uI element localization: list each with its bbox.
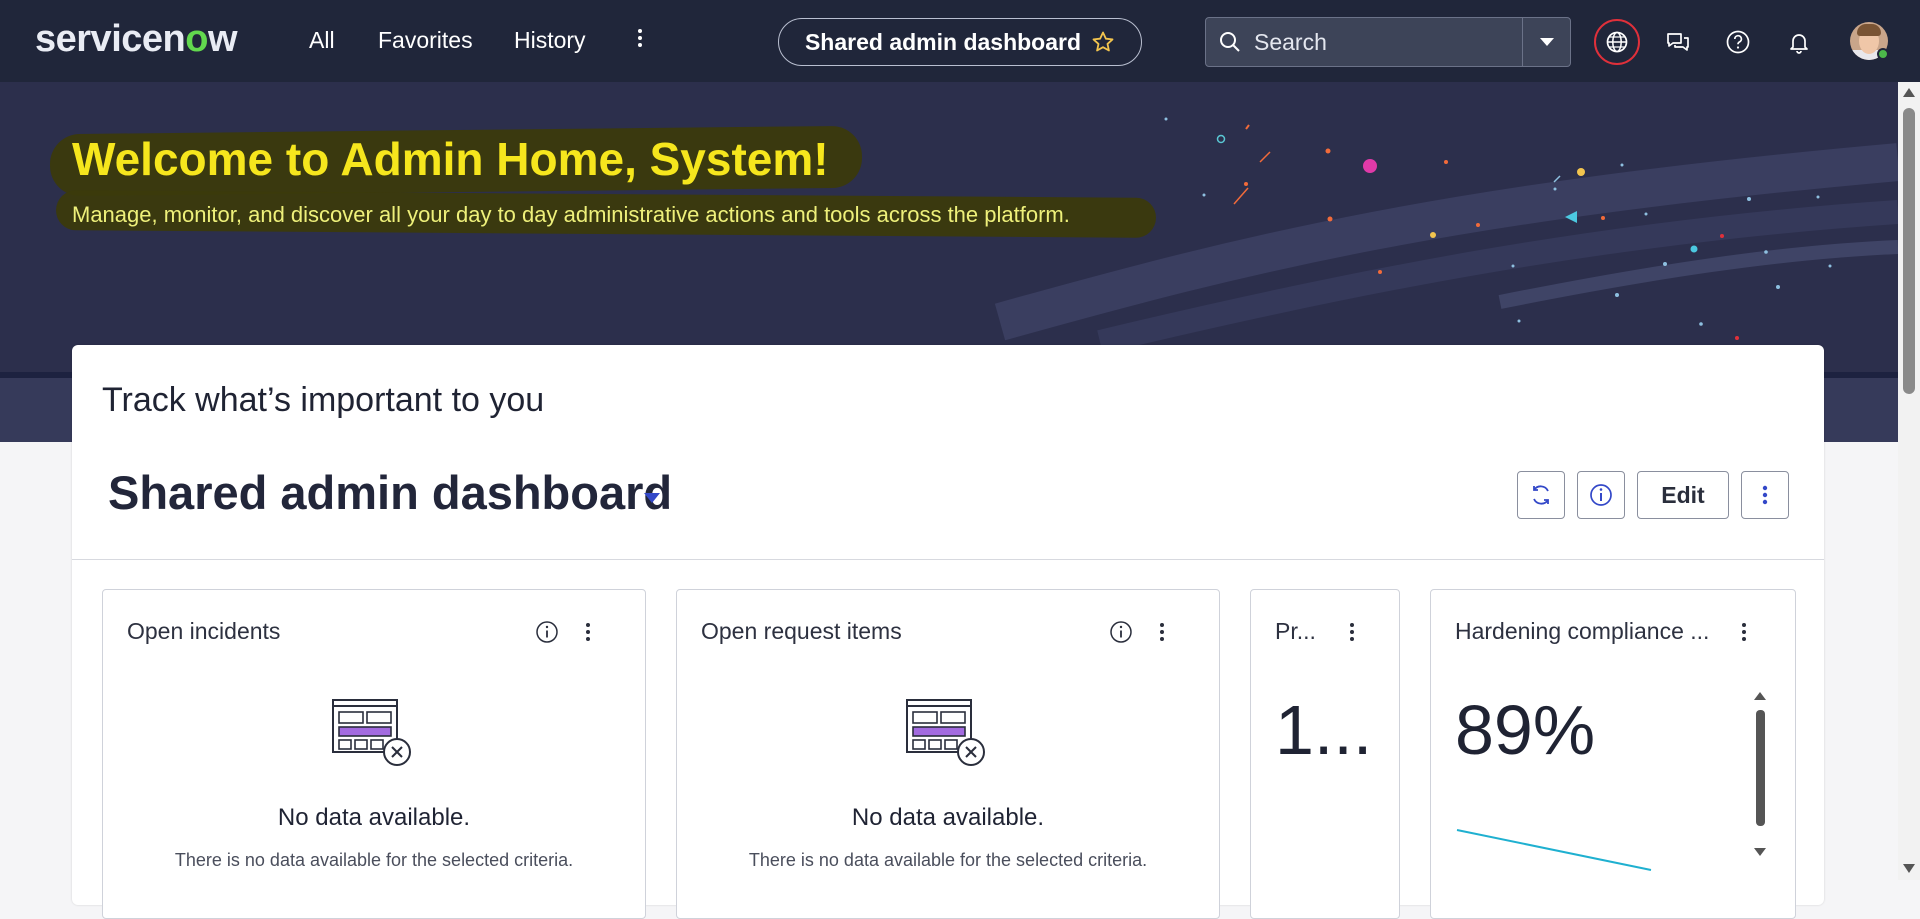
context-pill[interactable]: Shared admin dashboard xyxy=(778,18,1142,66)
search-input[interactable]: Search xyxy=(1254,29,1522,56)
divider xyxy=(72,559,1824,560)
widget-more-icon[interactable] xyxy=(1739,620,1749,644)
dashboard-more-button[interactable] xyxy=(1741,471,1789,519)
widget-scrollbar[interactable] xyxy=(1751,690,1769,860)
hero-subtitle: Manage, monitor, and discover all your d… xyxy=(72,202,1070,227)
globe-icon[interactable] xyxy=(1594,19,1640,65)
info-button[interactable] xyxy=(1577,471,1625,519)
top-nav: servicenow All Favorites History Shared … xyxy=(0,0,1920,82)
info-icon xyxy=(1590,484,1612,506)
scrollbar-thumb[interactable] xyxy=(1903,108,1915,394)
empty-state-icon xyxy=(906,699,985,766)
widget-title: Pr... xyxy=(1275,618,1316,644)
widget-pr[interactable]: Pr... 1... xyxy=(1250,589,1400,919)
chevron-down-icon[interactable] xyxy=(1522,18,1570,66)
info-icon[interactable] xyxy=(535,620,559,644)
widget-hardening-compliance[interactable]: Hardening compliance ... 89% xyxy=(1430,589,1796,919)
empty-state-text: There is no data available for the selec… xyxy=(748,850,1148,870)
refresh-icon xyxy=(1533,485,1549,505)
servicenow-logo[interactable]: servicenow xyxy=(35,18,238,61)
chat-icon[interactable] xyxy=(1657,21,1699,63)
nav-more-icon[interactable] xyxy=(634,26,646,54)
dashboard-switcher-caret-icon[interactable] xyxy=(644,493,660,503)
star-icon[interactable] xyxy=(1091,30,1115,54)
empty-state-title: No data available. xyxy=(277,804,471,831)
nav-all[interactable]: All xyxy=(309,27,335,54)
empty-state-icon xyxy=(332,699,411,766)
global-search[interactable]: Search xyxy=(1205,17,1571,67)
nav-history[interactable]: History xyxy=(514,27,586,54)
widget-open-incidents[interactable]: Open incidents No data available. There … xyxy=(102,589,646,919)
widget-value: 89% xyxy=(1455,691,1596,769)
widget-more-icon[interactable] xyxy=(1157,620,1167,644)
empty-state-title: No data available. xyxy=(851,804,1045,831)
widget-title: Open incidents xyxy=(127,618,281,644)
page-scrollbar[interactable] xyxy=(1898,82,1920,880)
kebab-icon xyxy=(1762,485,1768,505)
info-icon[interactable] xyxy=(1109,620,1133,644)
widget-title: Open request items xyxy=(701,618,902,644)
hero-title: Welcome to Admin Home, System! xyxy=(72,133,829,185)
scroll-down-arrow-icon[interactable] xyxy=(1903,864,1915,873)
widget-value: 1... xyxy=(1275,691,1373,769)
edit-button[interactable]: Edit xyxy=(1637,471,1729,519)
nav-favorites[interactable]: Favorites xyxy=(378,27,473,54)
section-heading: Track what’s important to you xyxy=(102,381,545,419)
presence-status-dot xyxy=(1877,48,1889,60)
dashboard-title[interactable]: Shared admin dashboard xyxy=(108,465,672,520)
help-icon[interactable] xyxy=(1717,21,1759,63)
bell-icon[interactable] xyxy=(1778,21,1820,63)
empty-state-text: There is no data available for the selec… xyxy=(174,850,574,870)
refresh-button[interactable] xyxy=(1517,471,1565,519)
search-icon xyxy=(1206,18,1254,66)
scroll-up-arrow-icon[interactable] xyxy=(1903,88,1915,97)
widget-more-icon[interactable] xyxy=(583,620,593,644)
dashboard-card: Track what’s important to you Shared adm… xyxy=(72,345,1824,919)
widget-more-icon[interactable] xyxy=(1347,620,1357,644)
widget-open-request-items[interactable]: Open request items No data available. Th… xyxy=(676,589,1220,919)
widget-title: Hardening compliance ... xyxy=(1455,618,1710,644)
context-title: Shared admin dashboard xyxy=(804,28,1082,55)
trend-line xyxy=(1456,829,1652,871)
